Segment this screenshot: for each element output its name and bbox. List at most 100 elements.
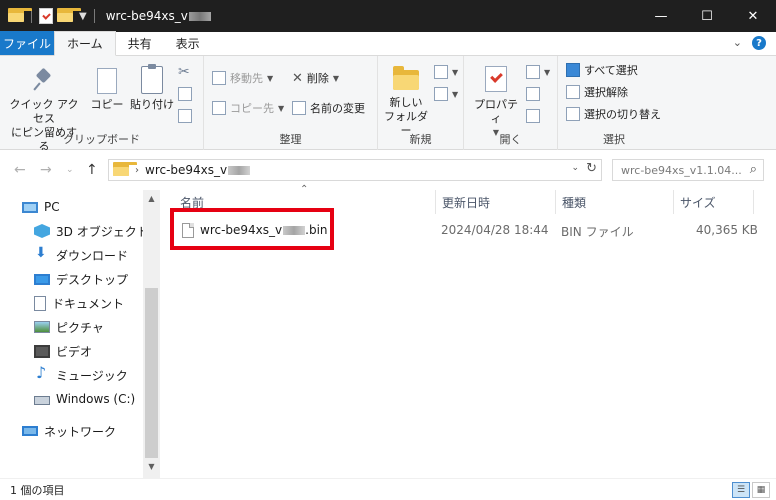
details-view-icon[interactable]: ☰ [732,482,750,498]
ribbon: クイック アクセス にピン留めする コピー 貼り付け ✂ クリップボード 移動先… [0,56,776,153]
pin-icon [32,68,56,92]
edit-button[interactable] [526,84,540,104]
nav-item-label: ビデオ [56,344,93,359]
nav-item-label: ミュージック [56,368,128,383]
large-icons-view-icon[interactable]: ▦ [752,482,770,498]
minimize-button[interactable]: — [638,0,684,32]
nav-item-pictures[interactable]: ピクチャ [34,316,104,338]
tab-file[interactable]: ファイル [0,31,54,55]
new-item-button[interactable]: ▼ [434,62,458,82]
select-all-button[interactable]: すべて選択 [566,60,638,80]
item-count: 1 個の項目 [10,483,65,497]
properties-label: プロパティ [474,98,518,125]
chevron-right-icon[interactable]: › [135,165,139,176]
nav-item-documents[interactable]: ドキュメント [34,292,124,314]
folder-icon [8,8,32,22]
ribbon-tabs: ファイル ホーム 共有 表示 ⌄ ? [0,31,776,56]
copy-to-icon [212,101,226,115]
tab-view[interactable]: 表示 [164,31,212,55]
tab-home[interactable]: ホーム [54,31,116,56]
new-item-icon [434,65,448,79]
scroll-up-icon[interactable]: ▲ [143,194,160,203]
quick-access-toolbar: ▼ [0,0,98,32]
open-button[interactable]: ▼ [526,62,550,82]
nav-item-label: ピクチャ [56,320,104,335]
copy-button[interactable]: コピー [90,65,124,112]
close-button[interactable]: ✕ [730,0,776,32]
documents-icon [34,295,46,311]
history-button[interactable] [526,106,540,126]
separator [31,9,32,23]
nav-item-windows-drive[interactable]: Windows (C:) [34,388,135,410]
chevron-down-icon[interactable]: ⌄ [733,36,742,50]
dropdown-arrow-icon: ▼ [278,103,285,113]
status-bar: 1 個の項目 ☰ ▦ [0,478,776,500]
nav-item-network[interactable]: ネットワーク [22,420,116,442]
nav-item-music[interactable]: ミュージック [34,363,128,386]
edit-icon [526,87,540,101]
new-folder-icon [393,66,419,90]
new-folder-icon[interactable] [57,8,81,22]
column-header-label: 種類 [562,195,587,210]
copy-to-button[interactable]: コピー先 ▼ [212,98,284,118]
chevron-down-icon[interactable]: ⌄ [571,163,579,173]
properties-icon[interactable] [39,8,53,24]
navigation-pane: PC 3D オブジェクト ダウンロード デスクトップ ドキュメント ピクチャ ビ… [0,190,160,478]
rename-button[interactable]: 名前の変更 [292,98,365,118]
scroll-thumb[interactable] [145,288,158,458]
properties-button[interactable]: プロパティ ▼ [470,66,522,140]
pin-label-line1: クイック アクセス [9,98,79,125]
invert-selection-button[interactable]: 選択の切り替え [566,104,661,124]
column-header-label: サイズ [680,195,716,210]
search-input[interactable]: wrc-be94xs_v1.1.04... ⌕ [612,159,764,181]
maximize-button[interactable]: ☐ [684,0,730,32]
address-bar[interactable]: › wrc-be94xs_v ⌄ ↻ [108,159,602,181]
forward-arrow-icon[interactable]: → [40,162,52,178]
column-header-size[interactable]: サイズ [674,190,754,214]
nav-item-3d-objects[interactable]: 3D オブジェクト [34,220,149,242]
move-to-button[interactable]: 移動先 ▼ [212,68,273,88]
nav-item-pc[interactable]: PC [22,196,60,218]
scroll-down-icon[interactable]: ▼ [143,462,160,471]
nav-item-desktop[interactable]: デスクトップ [34,268,128,290]
back-arrow-icon[interactable]: ← [14,162,26,178]
paste-icon [141,64,163,94]
highlight-box [170,208,334,250]
move-to-icon [212,71,226,85]
nav-item-videos[interactable]: ビデオ [34,340,92,362]
paste-button[interactable]: 貼り付け [128,64,176,112]
select-none-button[interactable]: 選択解除 [566,82,628,102]
history-icon [526,109,540,123]
delete-button[interactable]: ✕ 削除 ▼ [292,68,339,88]
easy-access-button[interactable]: ▼ [434,84,458,104]
select-group-label: 選択 [603,133,625,146]
select-none-label: 選択解除 [584,86,628,99]
rename-label: 名前の変更 [310,102,365,115]
nav-item-label: ドキュメント [52,296,125,311]
column-header-modified[interactable]: 更新日時 [436,190,556,214]
videos-icon [34,344,50,358]
dropdown-arrow-icon: ▼ [544,67,551,77]
column-header-label: 更新日時 [442,195,491,210]
nav-scrollbar[interactable]: ▲ ▼ [143,190,160,478]
window-controls: — ☐ ✕ [638,0,776,32]
scissors-icon: ✂ [178,64,190,80]
help-icon[interactable]: ? [752,36,766,50]
recent-locations-icon[interactable]: ⌄ [66,165,74,175]
customize-dropdown-icon[interactable]: ▼ [79,11,87,22]
new-folder-button[interactable]: 新しい フォルダー [382,66,430,138]
tab-share[interactable]: 共有 [116,31,164,55]
copy-label: コピー [90,98,124,111]
refresh-icon[interactable]: ↻ [586,161,597,176]
up-arrow-icon[interactable]: ↑ [86,162,98,178]
cut-button[interactable]: ✂ [178,62,190,82]
nav-item-downloads[interactable]: ダウンロード [34,244,128,266]
open-group: プロパティ ▼ ▼ 開く [464,56,558,150]
search-icon: ⌕ [749,162,757,177]
column-header-type[interactable]: 種類 [556,190,674,214]
new-folder-label-line1: 新しい [389,96,423,109]
copy-path-button[interactable] [178,84,192,104]
3d-objects-icon [34,224,50,238]
file-size-cell: 40,365 KB [696,223,758,237]
paste-shortcut-button[interactable] [178,106,192,126]
